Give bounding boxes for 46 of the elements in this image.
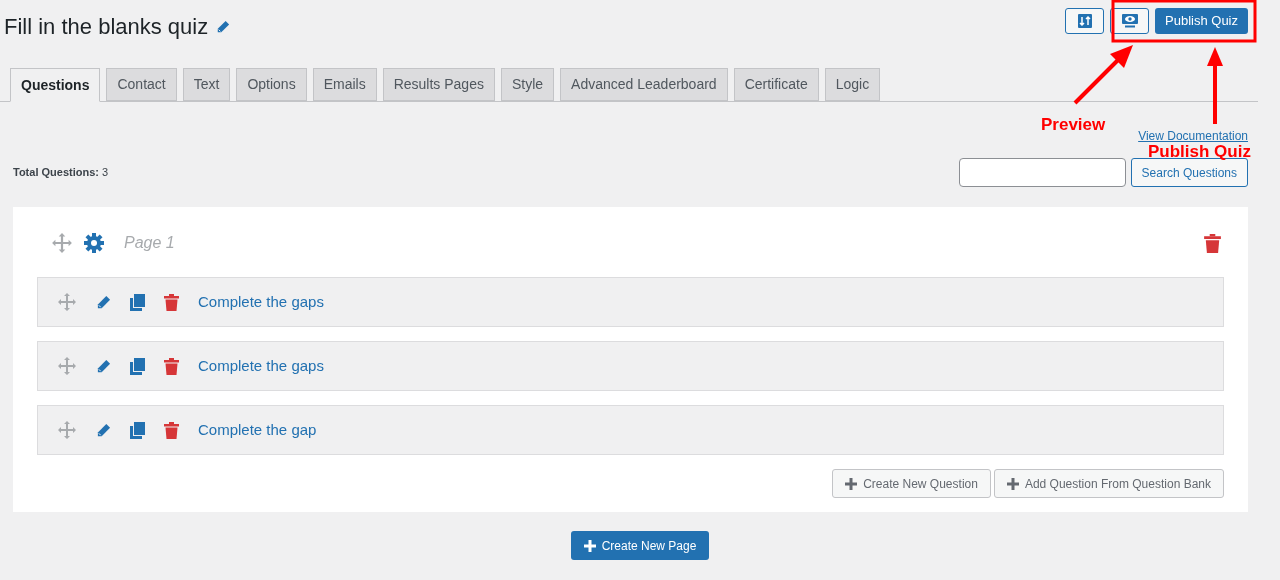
trash-icon[interactable] <box>164 293 179 311</box>
sort-button[interactable] <box>1065 8 1104 34</box>
trash-icon[interactable] <box>1204 233 1221 253</box>
preview-button[interactable] <box>1110 8 1149 34</box>
trash-icon[interactable] <box>164 357 179 375</box>
create-new-page-button[interactable]: Create New Page <box>570 531 710 560</box>
trash-icon[interactable] <box>164 421 179 439</box>
tab[interactable]: Advanced Leaderboard <box>560 68 728 101</box>
pencil-icon[interactable] <box>96 294 111 310</box>
tab[interactable]: Options <box>236 68 307 101</box>
sort-icon <box>1077 14 1092 28</box>
total-questions: Total Questions: 3 <box>13 165 109 181</box>
copy-icon[interactable] <box>130 293 145 311</box>
search-field[interactable] <box>958 158 1126 187</box>
tab[interactable]: Contact <box>106 68 177 101</box>
question-title[interactable]: Complete the gaps <box>198 290 324 314</box>
tab[interactable]: Results Pages <box>382 68 495 101</box>
tab[interactable]: Questions <box>10 68 101 102</box>
pencil-icon[interactable] <box>216 19 231 34</box>
tab[interactable]: Emails <box>312 68 377 101</box>
plus-icon <box>1006 477 1019 490</box>
tab[interactable]: Style <box>500 68 555 101</box>
arrow <box>1073 45 1133 105</box>
page-title: Page 1 <box>124 233 175 253</box>
question-row[interactable]: Complete the gaps <box>37 277 1224 327</box>
add-question-button[interactable]: Add Question From Question Bank <box>993 469 1224 498</box>
settings-icon[interactable] <box>83 232 105 254</box>
copy-icon[interactable] <box>130 421 145 439</box>
pencil-icon[interactable] <box>96 422 111 438</box>
monitor-eye-icon <box>1121 14 1138 28</box>
quiz-title: Fill in the blanks quiz <box>4 13 209 41</box>
question-title[interactable]: Complete the gaps <box>198 354 324 378</box>
publish-button[interactable]: Publish Quiz <box>1155 8 1248 34</box>
move-icon[interactable] <box>51 232 73 254</box>
question-row[interactable]: Complete the gaps <box>37 341 1224 391</box>
question-row[interactable]: Complete the gap <box>37 405 1224 455</box>
question-title[interactable]: Complete the gap <box>198 418 317 442</box>
tab[interactable]: Text <box>182 68 231 101</box>
plus-icon <box>845 477 858 490</box>
copy-icon[interactable] <box>130 357 145 375</box>
annotation-label: Preview <box>1041 114 1106 136</box>
tab[interactable]: Logic <box>824 68 881 101</box>
add-question-button[interactable]: Create New Question <box>832 469 991 498</box>
plus-icon <box>583 539 596 552</box>
tab[interactable]: Certificate <box>733 68 819 101</box>
pencil-icon[interactable] <box>96 358 111 374</box>
